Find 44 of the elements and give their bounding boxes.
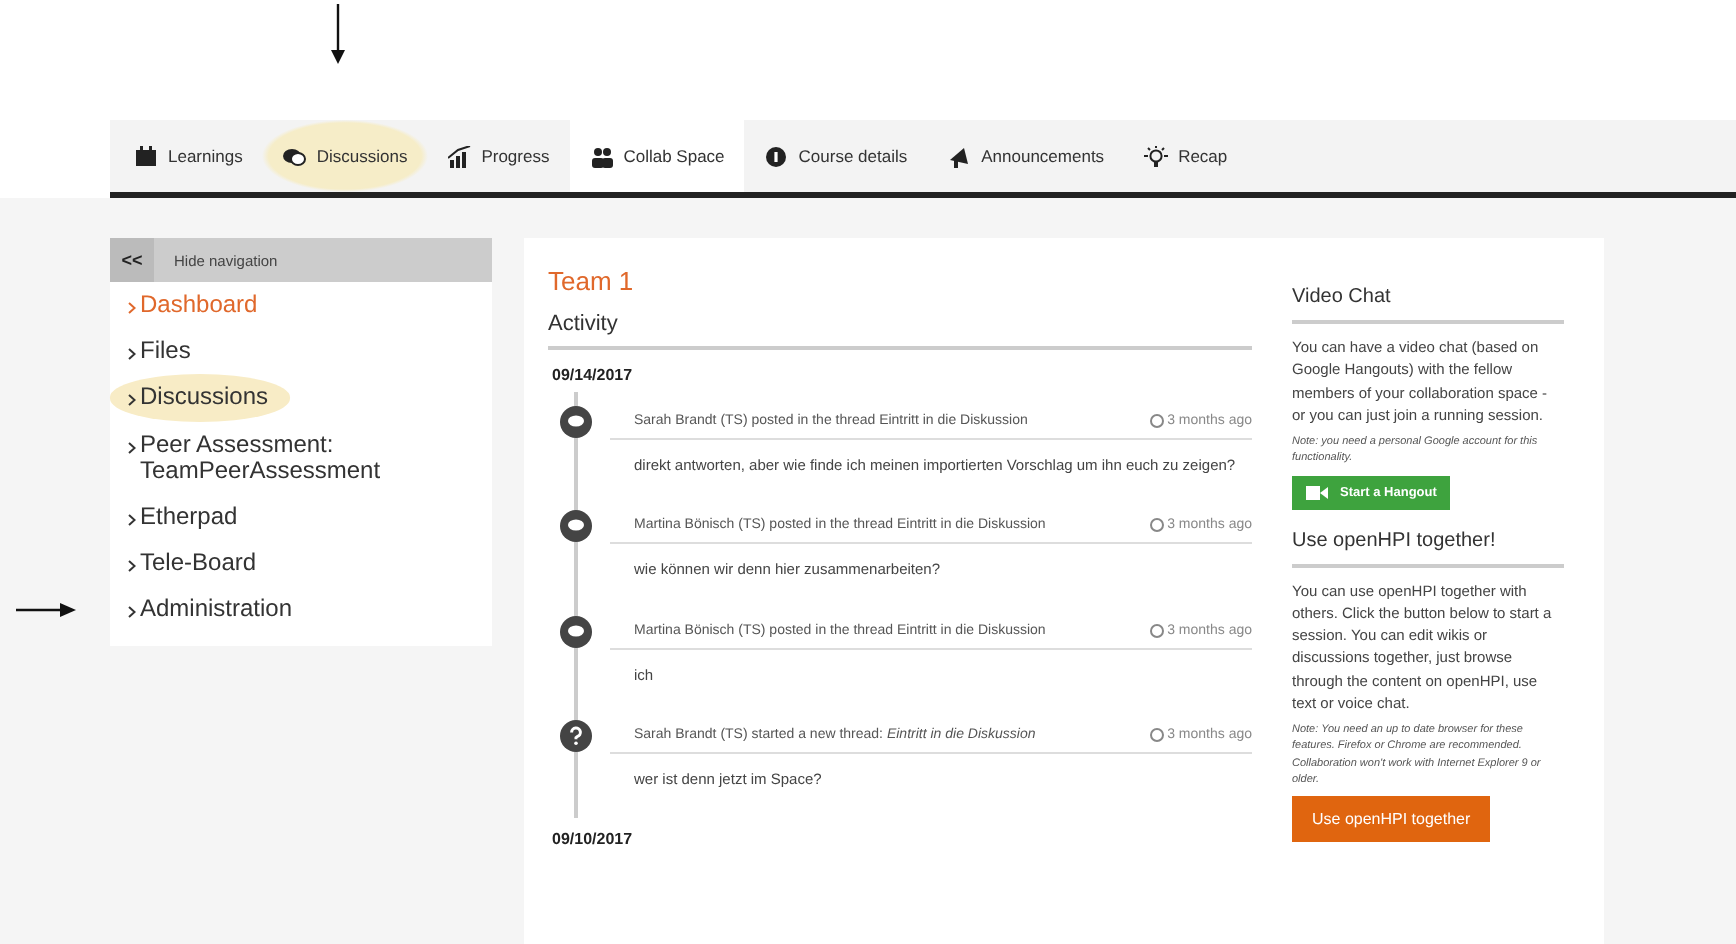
chevron-icon bbox=[128, 606, 136, 619]
clock-icon bbox=[1149, 518, 1164, 533]
nav-tab[interactable]: Collab Space bbox=[569, 120, 745, 192]
nav-tab[interactable]: Discussions bbox=[262, 120, 428, 192]
people-icon bbox=[589, 145, 614, 167]
panel-heading: Video Chat bbox=[1292, 286, 1564, 324]
clock-icon bbox=[1149, 623, 1164, 637]
sidebar-link[interactable]: Files bbox=[110, 328, 492, 375]
clock-icon bbox=[1149, 727, 1164, 742]
collapse-toggle[interactable]: << bbox=[110, 238, 154, 282]
chevron-icon bbox=[128, 348, 136, 361]
chat-icon bbox=[560, 406, 592, 438]
info-icon bbox=[764, 145, 789, 167]
arrow-icon bbox=[330, 4, 346, 64]
panel-heading: Use openHPI together! bbox=[1292, 529, 1564, 567]
question-icon bbox=[560, 719, 592, 752]
sidebar-link[interactable]: Etherpad bbox=[110, 493, 492, 541]
video-camera-icon bbox=[1306, 485, 1328, 499]
chevron-icon bbox=[128, 441, 136, 454]
nav-tab[interactable]: Announcements bbox=[927, 120, 1125, 192]
section-heading: Activity bbox=[548, 312, 1252, 350]
nav-tab[interactable]: Course details bbox=[744, 120, 928, 192]
nav-tab[interactable]: Recap bbox=[1124, 120, 1248, 192]
date-heading: 09/14/2017 bbox=[552, 366, 635, 384]
chevron-icon bbox=[128, 394, 136, 407]
sidebar-link[interactable]: Peer Assessment: TeamPeerAssessment bbox=[110, 421, 492, 494]
date-heading: 09/10/2017 bbox=[552, 830, 635, 848]
chart-icon bbox=[447, 145, 472, 167]
nav-tab[interactable]: Learnings bbox=[114, 120, 263, 192]
chevron-icon bbox=[128, 513, 136, 526]
chat-icon bbox=[560, 615, 592, 647]
sidebar-link[interactable]: Tele-Board bbox=[110, 540, 492, 587]
calendar-icon bbox=[134, 145, 158, 167]
clock-icon bbox=[1149, 414, 1164, 428]
chat-icon bbox=[560, 510, 592, 543]
sidebar-link[interactable]: Discussions bbox=[110, 374, 492, 422]
chevron-icon bbox=[128, 560, 136, 573]
chevron-icon bbox=[128, 302, 136, 314]
sidebar-link[interactable]: Administration bbox=[110, 586, 492, 633]
team-title: Team 1 bbox=[548, 266, 636, 296]
nav-tab[interactable]: Progress bbox=[427, 120, 570, 192]
chat-icon bbox=[282, 145, 307, 167]
bulb-icon bbox=[1144, 145, 1169, 167]
arrow-icon bbox=[16, 602, 76, 618]
